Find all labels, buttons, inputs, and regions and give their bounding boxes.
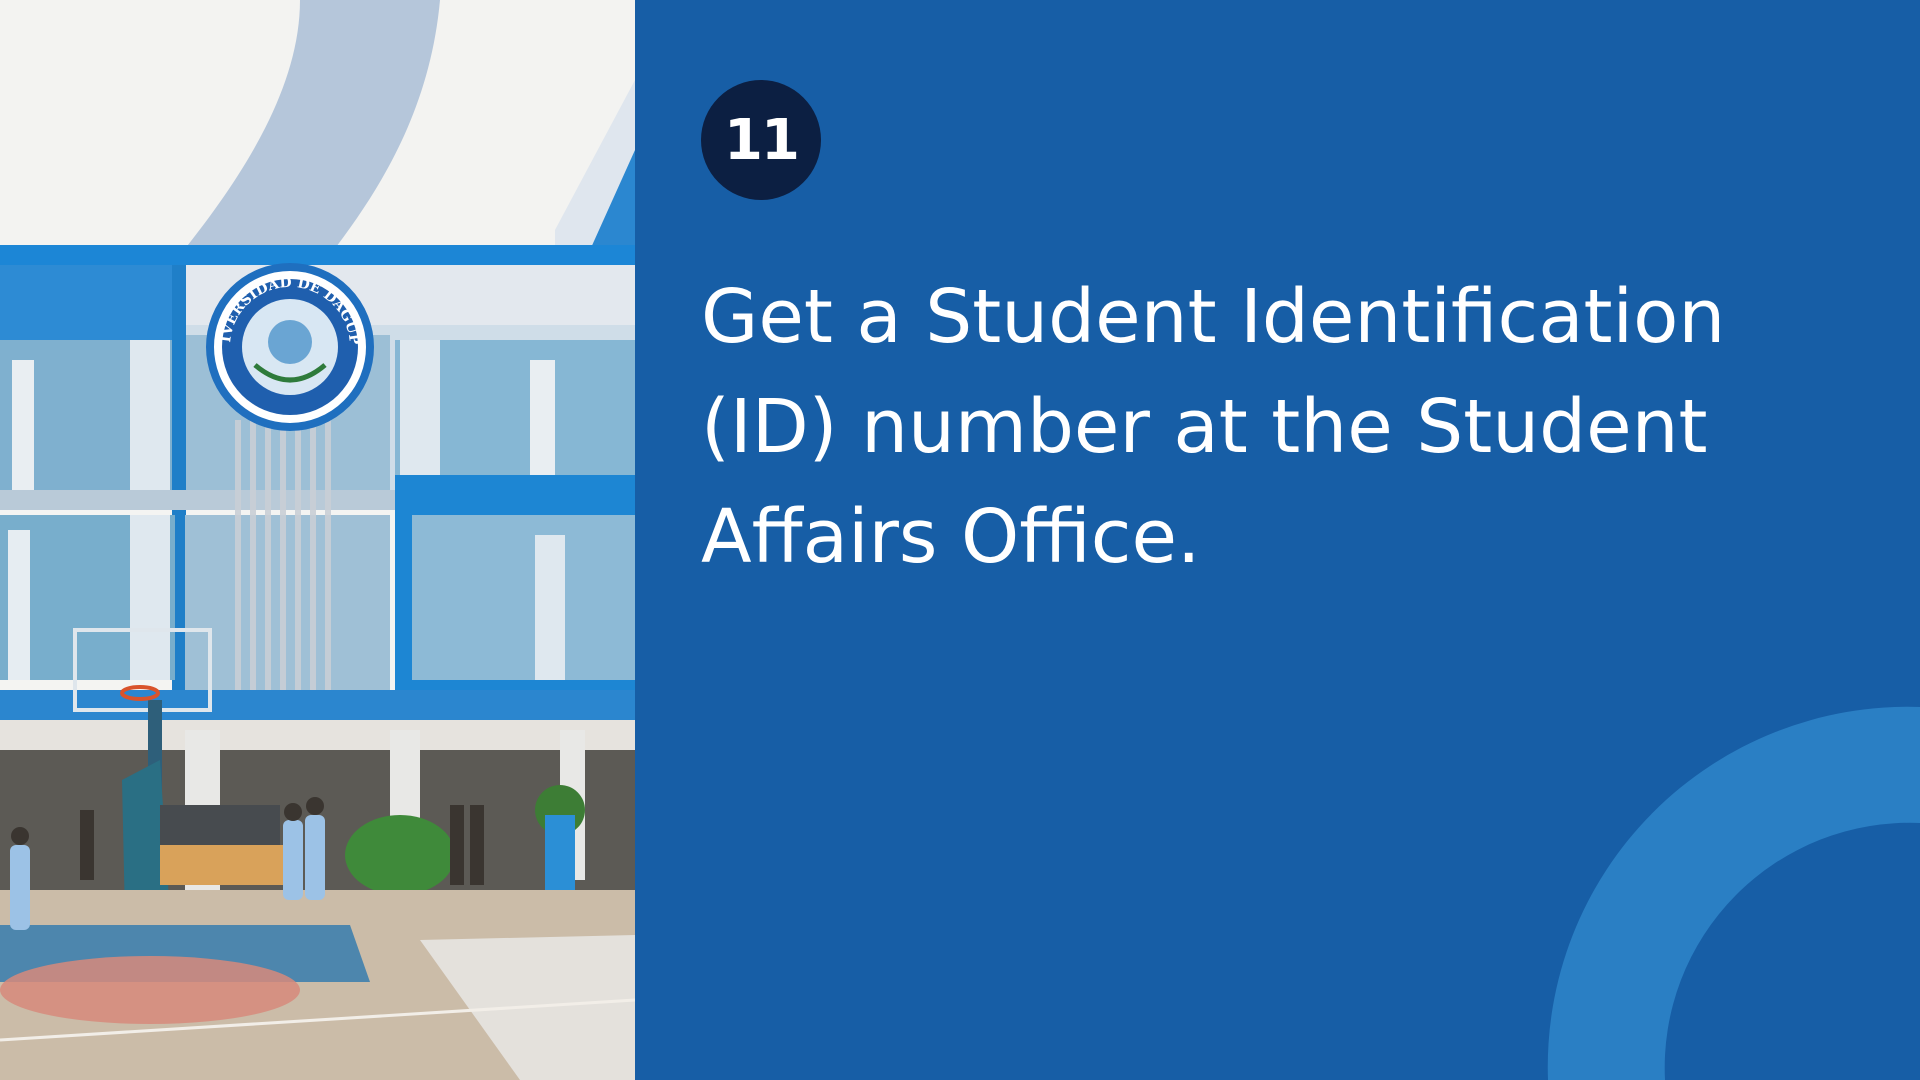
step-number-badge: 11 — [701, 80, 821, 200]
step-number: 11 — [724, 107, 800, 173]
step-content-panel: 11 Get a Student Identification (ID) num… — [635, 0, 1920, 1080]
step-instruction-text: Get a Student Identification (ID) number… — [701, 274, 1726, 580]
campus-photo: UNIVERSIDAD DE DAGUPAN — [0, 0, 635, 1080]
campus-building-illustration: UNIVERSIDAD DE DAGUPAN — [0, 0, 635, 1080]
